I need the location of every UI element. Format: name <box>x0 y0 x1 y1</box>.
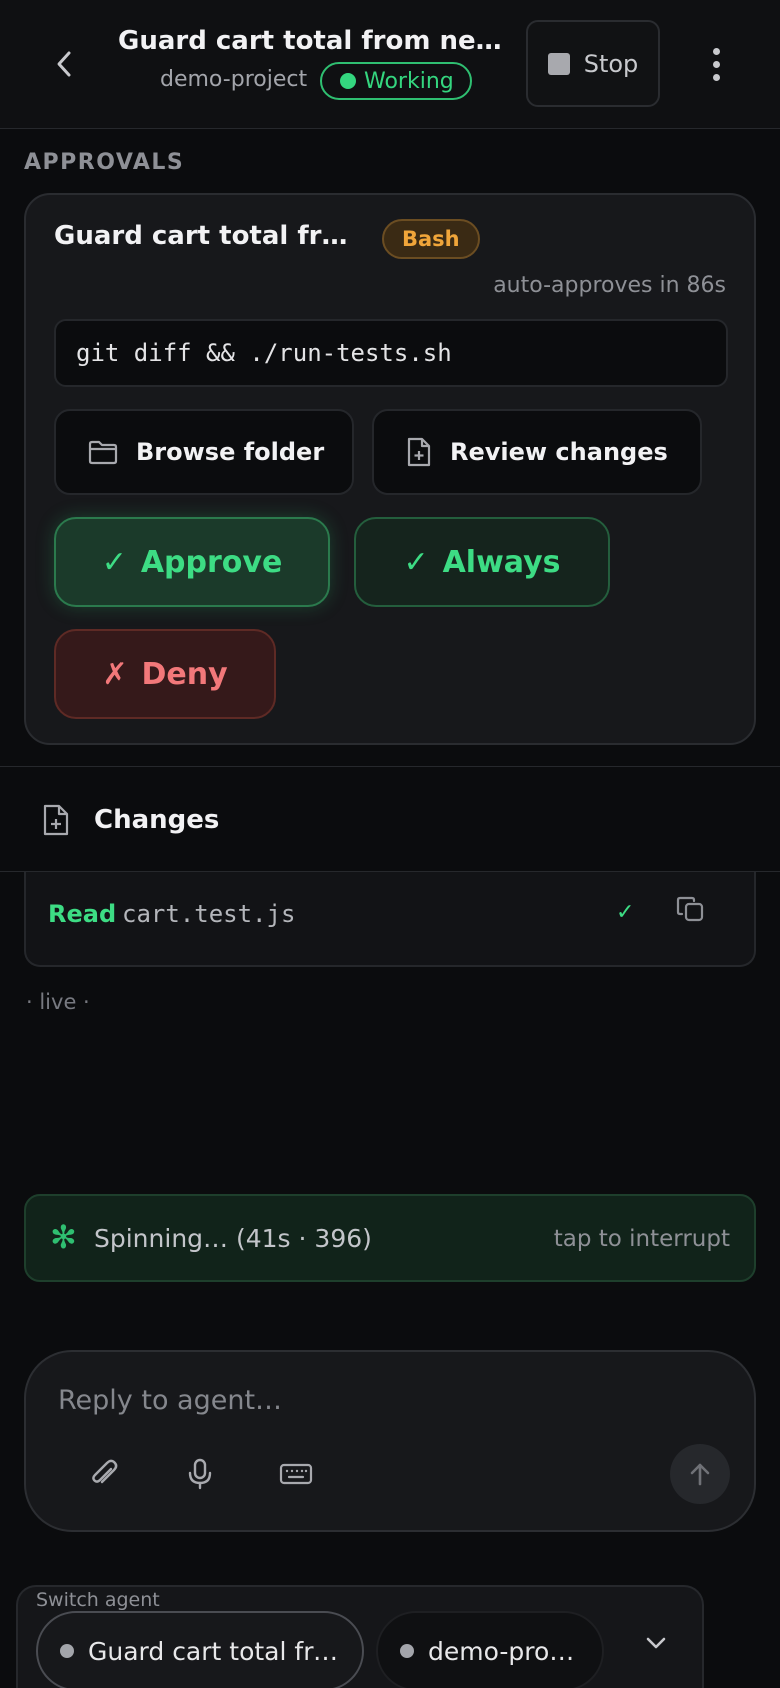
agent-chip-label: Guard cart total from negative values <box>88 1636 340 1666</box>
activity-target: cart.test.js <box>122 900 296 928</box>
check-icon: ✓ <box>101 544 127 580</box>
more-dot-icon <box>712 47 720 55</box>
cross-icon: ✗ <box>102 656 128 692</box>
activity-entry: Read cart.test.js ✓ <box>24 872 756 967</box>
always-label: Always <box>442 544 561 580</box>
folder-icon <box>88 440 118 465</box>
reply-composer <box>24 1350 756 1532</box>
more-dot-icon <box>712 73 720 81</box>
project-name: demo-project <box>160 67 308 92</box>
stop-label: Stop <box>583 49 639 78</box>
stop-button[interactable]: Stop <box>526 20 660 107</box>
paperclip-icon <box>92 1459 118 1484</box>
attach-button[interactable] <box>82 1452 126 1496</box>
microphone-icon <box>188 1458 212 1490</box>
interrupt-hint: tap to interrupt <box>553 1226 730 1252</box>
review-changes-label: Review changes <box>450 438 668 466</box>
spinner-bar[interactable]: ✻ Spinning… (41s · 396) tap to interrupt <box>24 1194 756 1282</box>
arrow-up-icon <box>690 1463 710 1486</box>
approval-card: Guard cart total from negative values Ba… <box>24 193 756 745</box>
agent-status-dot-icon <box>400 1644 414 1658</box>
status-badge: Working <box>320 62 472 100</box>
agent-chip[interactable]: demo-project <box>376 1611 604 1688</box>
back-button[interactable] <box>44 44 84 84</box>
check-icon: ✓ <box>403 544 429 580</box>
review-changes-button[interactable]: Review changes <box>372 409 702 495</box>
approve-label: Approve <box>140 544 283 580</box>
always-approve-button[interactable]: ✓ Always <box>354 517 610 607</box>
file-plus-icon <box>407 437 431 467</box>
live-indicator: · live · <box>26 990 90 1014</box>
chevron-down-icon[interactable] <box>644 1635 668 1651</box>
approvals-section-label: APPROVALS <box>24 150 185 175</box>
agent-chip-label: demo-project <box>428 1636 580 1666</box>
agent-status-dot-icon <box>60 1644 74 1658</box>
approval-title: Guard cart total from negative values <box>54 221 354 251</box>
spinner-icon: ✻ <box>50 1218 77 1256</box>
spinner-text: Spinning… (41s · 396) <box>94 1224 372 1253</box>
success-check-icon: ✓ <box>616 900 635 925</box>
reply-input[interactable] <box>58 1378 718 1422</box>
deny-label: Deny <box>141 656 228 692</box>
changes-label: Changes <box>94 805 220 835</box>
auto-approve-countdown: auto-approves in 86s <box>493 273 726 298</box>
agent-switcher: Switch agent Guard cart total from negat… <box>16 1585 704 1688</box>
switch-agent-label: Switch agent <box>36 1589 160 1611</box>
stop-icon <box>547 52 570 75</box>
keyboard-icon <box>279 1463 313 1485</box>
agent-chip[interactable]: Guard cart total from negative values <box>36 1611 364 1688</box>
status-dot-icon <box>340 73 356 89</box>
browse-folder-button[interactable]: Browse folder <box>54 409 354 495</box>
more-dot-icon <box>712 60 720 68</box>
command-preview: git diff && ./run-tests.sh <box>54 319 728 387</box>
activity-verb: Read <box>48 900 117 928</box>
approve-button[interactable]: ✓ Approve <box>54 517 330 607</box>
deny-button[interactable]: ✗ Deny <box>54 629 276 719</box>
status-label: Working <box>364 68 454 94</box>
keyboard-button[interactable] <box>274 1452 318 1496</box>
more-options-button[interactable] <box>696 40 736 88</box>
voice-input-button[interactable] <box>178 1452 222 1496</box>
chevron-left-icon <box>57 51 71 77</box>
top-bar: Guard cart total from negative values de… <box>0 0 780 129</box>
changes-bar[interactable]: Changes <box>0 766 780 872</box>
file-plus-icon <box>43 804 69 836</box>
copy-icon[interactable] <box>674 892 710 928</box>
send-button[interactable] <box>670 1444 730 1504</box>
tool-badge: Bash <box>382 219 480 259</box>
page-title: Guard cart total from negative values <box>118 26 503 56</box>
browse-folder-label: Browse folder <box>136 438 325 466</box>
